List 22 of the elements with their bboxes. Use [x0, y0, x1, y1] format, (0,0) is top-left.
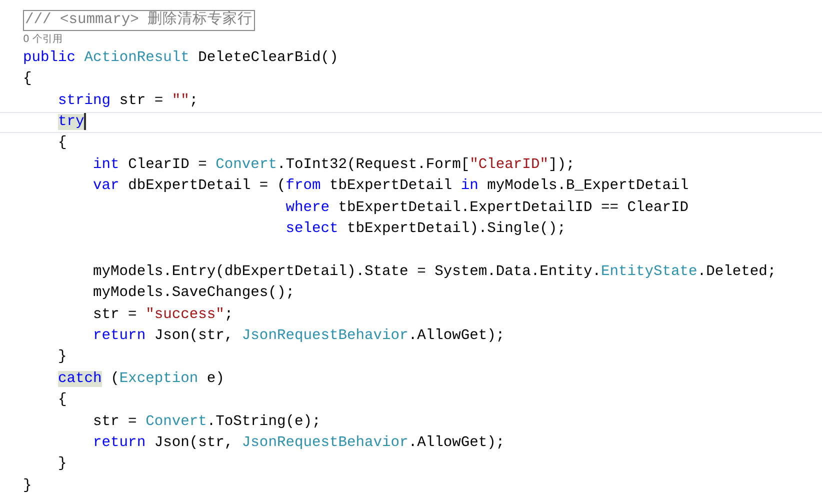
code-line: int ClearID = Convert.ToInt32(Request.Form["ClearID"]); [93, 156, 575, 175]
code-line: return Json(str, JsonRequestBehavior.AllowGet); [93, 326, 505, 346]
code-line: } [23, 476, 32, 496]
code-line: myModels.Entry(dbExpertDetail).State = System.Data.Entity.EntityState.Deleted; [93, 262, 776, 282]
code-line: var dbExpertDetail = (from tbExpertDetail in myModels.B_ExpertDetail [93, 177, 689, 196]
code-line: { [58, 391, 67, 410]
code-line: return Json(str, JsonRequestBehavior.AllowGet); [93, 434, 505, 453]
text-cursor [84, 113, 86, 130]
code-line: string str = ""; [58, 92, 198, 111]
code-line: { [58, 134, 67, 154]
code-line: { [23, 70, 32, 90]
code-line: catch (Exception e) [58, 370, 224, 389]
doc-comment: /// <summary> 删除清标专家行 [23, 10, 255, 31]
code-line: str = "success"; [93, 306, 234, 325]
code-line: } [58, 455, 67, 474]
code-line: select tbExpertDetail).Single(); [286, 220, 566, 240]
code-line: myModels.SaveChanges(); [93, 284, 294, 304]
code-line: str = Convert.ToString(e); [93, 412, 321, 432]
code-line: public ActionResult DeleteClearBid() [23, 48, 338, 68]
code-line: } [58, 348, 67, 368]
code-line: where tbExpertDetail.ExpertDetailID == ClearID [286, 198, 689, 218]
reference-count: 0 个引用 [23, 32, 64, 47]
